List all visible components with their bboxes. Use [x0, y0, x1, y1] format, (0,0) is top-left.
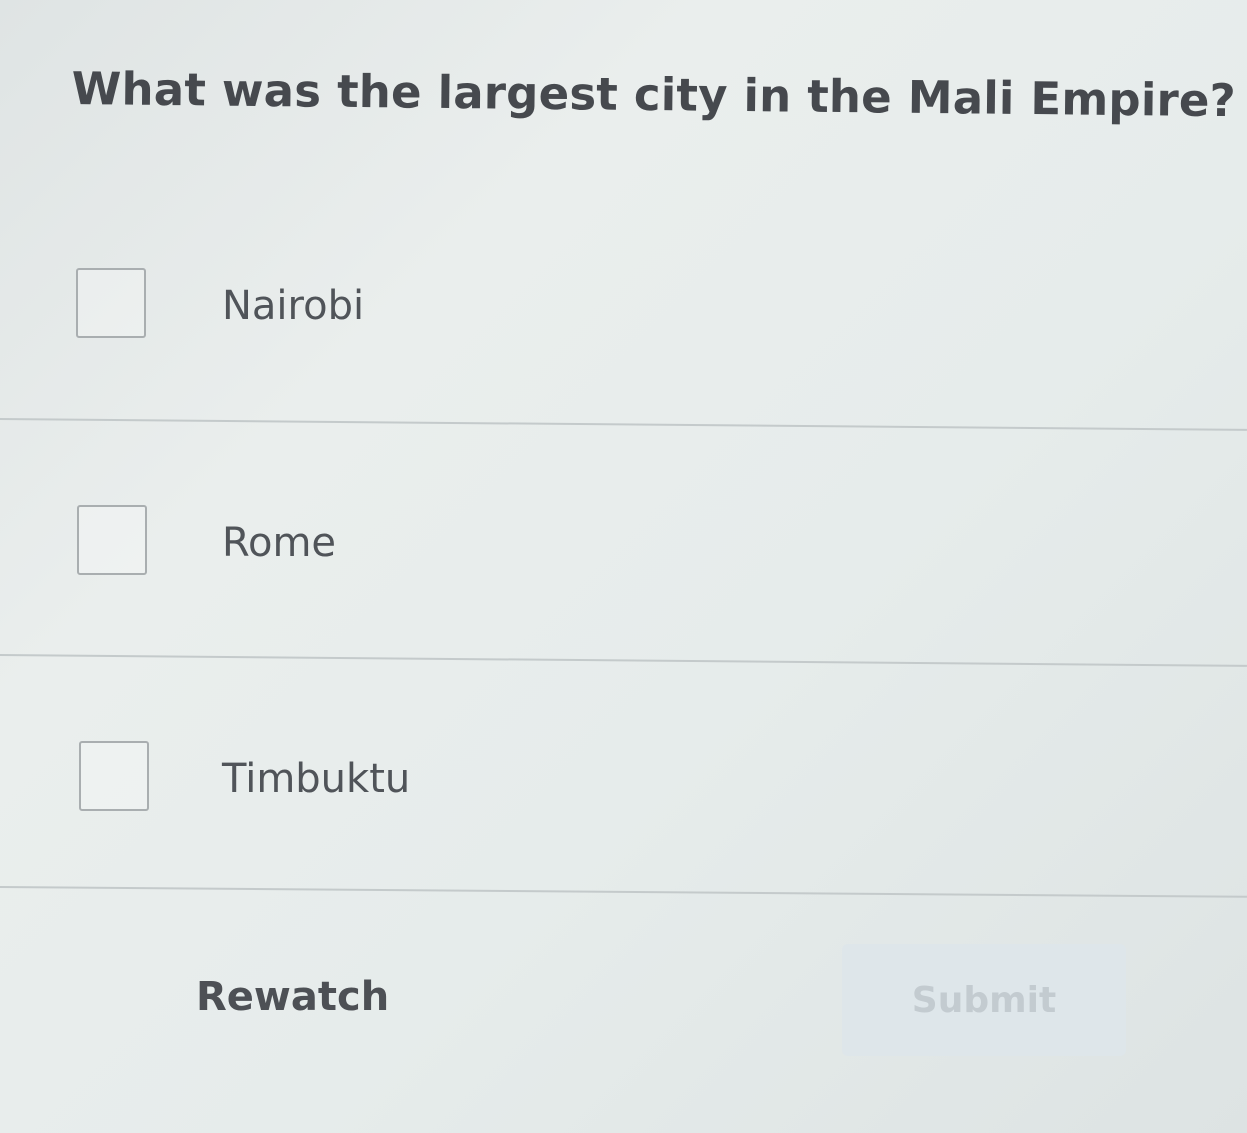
option-label-timbuktu: Timbuktu: [222, 756, 411, 802]
checkbox-nairobi[interactable]: [76, 268, 146, 338]
quiz-question: What was the largest city in the Mali Em…: [71, 62, 1237, 128]
rewatch-button[interactable]: Rewatch: [196, 974, 389, 1020]
option-rome[interactable]: Rome: [0, 482, 1247, 602]
option-timbuktu[interactable]: Timbuktu: [0, 718, 1247, 838]
checkbox-timbuktu[interactable]: [79, 741, 149, 811]
option-divider: [0, 654, 1247, 667]
option-divider: [0, 418, 1247, 431]
option-nairobi[interactable]: Nairobi: [0, 245, 1247, 365]
option-label-nairobi: Nairobi: [222, 283, 365, 329]
option-label-rome: Rome: [222, 520, 337, 566]
checkbox-rome[interactable]: [77, 505, 147, 575]
submit-button[interactable]: Submit: [842, 944, 1126, 1056]
option-divider: [0, 886, 1247, 898]
